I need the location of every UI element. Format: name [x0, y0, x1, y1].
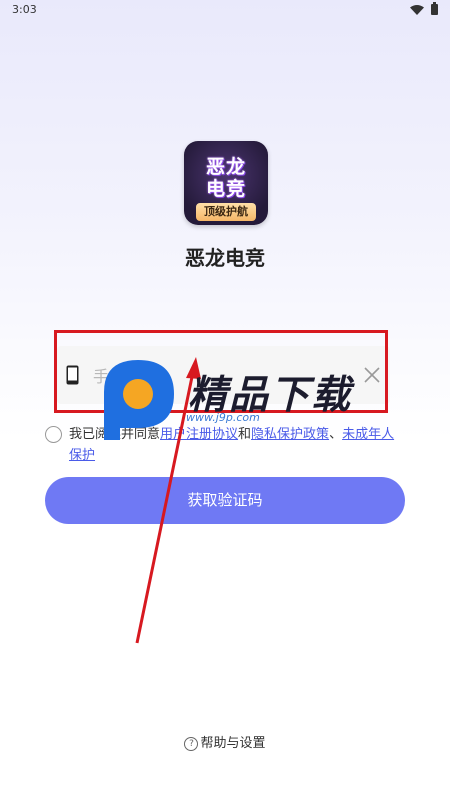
- question-circle-icon: ?: [184, 737, 199, 751]
- status-bar: 3:03: [0, 0, 450, 22]
- privacy-policy-link[interactable]: 隐私保护政策: [251, 427, 329, 442]
- user-agreement-link[interactable]: 用户注册协议: [160, 427, 238, 442]
- app-logo: 恶龙 电竞 顶级护航: [184, 141, 268, 225]
- wifi-icon: [410, 4, 424, 15]
- battery-icon: [431, 2, 438, 15]
- app-name: 恶龙电竞: [185, 246, 265, 270]
- agreement-separator: 、: [329, 427, 343, 442]
- watermark-url: www.j9p.com: [186, 411, 260, 424]
- get-code-button[interactable]: 获取验证码: [45, 477, 405, 524]
- help-settings-label: 帮助与设置: [200, 736, 266, 751]
- agreement-connector: 和: [238, 427, 252, 442]
- logo-text-line2: 电竞: [205, 178, 246, 200]
- agreement-text: 我已阅读并同意用户注册协议和隐私保护政策、未成年人保护: [69, 424, 399, 466]
- status-icons: [410, 2, 438, 15]
- status-time: 3:03: [12, 3, 37, 16]
- agreement-prefix: 我已阅读并同意: [69, 427, 161, 442]
- agreement-checkbox[interactable]: [45, 426, 62, 443]
- logo-badge: 顶级护航: [196, 203, 256, 221]
- help-settings-link[interactable]: ? 帮助与设置: [0, 732, 450, 751]
